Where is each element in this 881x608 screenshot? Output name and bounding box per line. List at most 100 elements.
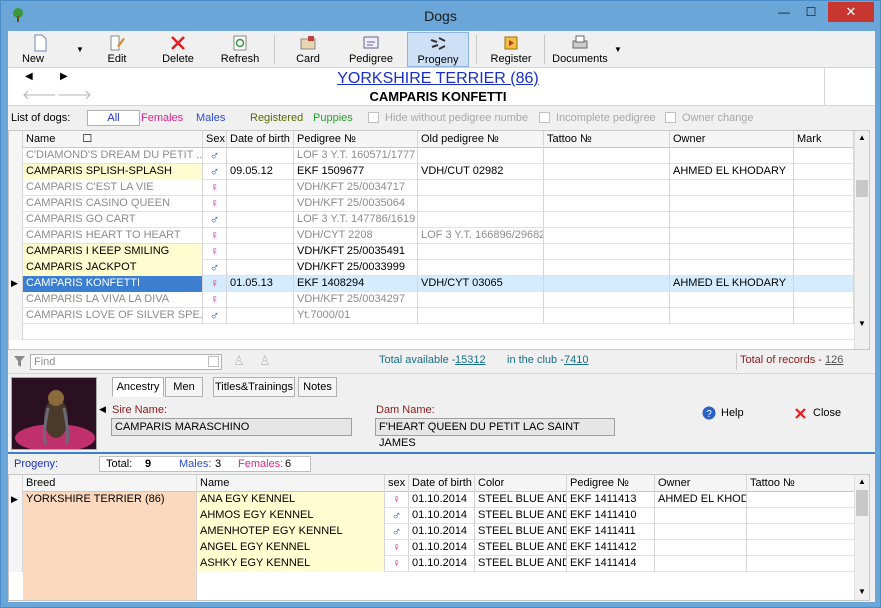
table-cell[interactable] <box>418 180 544 196</box>
find-next-icon[interactable]: ♙ <box>259 353 271 369</box>
table-row[interactable]: ▶ CAMPARIS KONFETTI ♀ 01.05.13 EKF 1408294 VD… <box>9 276 855 292</box>
find-checkbox[interactable] <box>208 356 219 367</box>
table-row[interactable]: CAMPARIS GO CART ♂ LOF 3 Y.T. 147786/1619 <box>9 212 855 228</box>
column-header-pedigree-[interactable]: Pedigree № <box>567 475 655 492</box>
column-header-tattoo-[interactable]: Tattoo № <box>544 131 670 148</box>
progeny-grid[interactable]: Breed Name sex Date of birth Color Pedigree №… <box>8 474 870 601</box>
table-cell[interactable] <box>544 292 670 308</box>
table-cell[interactable] <box>544 244 670 260</box>
find-input[interactable]: Find <box>30 354 222 370</box>
column-header-old-pedigree-[interactable]: Old pedigree № <box>418 131 544 148</box>
table-row[interactable]: CAMPARIS SPLISH-SPLASH ♂ 09.05.12 EKF 15096… <box>9 164 855 180</box>
help-icon[interactable]: ? <box>702 406 716 420</box>
table-row[interactable]: CAMPARIS I KEEP SMILING ♀ VDH/KFT 25/00354… <box>9 244 855 260</box>
table-cell[interactable] <box>747 524 855 540</box>
column-header-owner[interactable]: Owner <box>670 131 794 148</box>
column-header-owner[interactable]: Owner <box>655 475 747 492</box>
table-cell[interactable] <box>794 164 854 180</box>
column-header-date-of-birth[interactable]: Date of birth <box>409 475 475 492</box>
table-cell[interactable] <box>670 244 794 260</box>
table-cell[interactable]: STEEL BLUE AND <box>475 556 567 572</box>
table-cell[interactable] <box>544 260 670 276</box>
total-available-value[interactable]: 15312 <box>455 354 486 366</box>
maximize-button[interactable]: ☐ <box>798 2 824 22</box>
pedigree-button[interactable]: Pedigree <box>341 32 401 67</box>
table-cell[interactable]: EKF 1411414 <box>567 556 655 572</box>
documents-button[interactable]: Documents <box>548 32 612 67</box>
table-cell[interactable] <box>794 260 854 276</box>
table-cell[interactable] <box>670 308 794 324</box>
minimize-button[interactable]: — <box>771 2 797 22</box>
filter-males[interactable]: Males <box>196 112 225 124</box>
table-cell[interactable] <box>747 492 855 508</box>
table-cell[interactable]: CAMPARIS LOVE OF SILVER SPE... <box>23 308 203 324</box>
table-cell[interactable]: EKF 1411410 <box>567 508 655 524</box>
table-cell[interactable] <box>794 196 854 212</box>
table-row[interactable]: C'DIAMOND'S DREAM DU PETIT ... ♂ LOF 3 Y.T… <box>9 148 855 164</box>
table-cell[interactable]: EKF 1411412 <box>567 540 655 556</box>
table-cell[interactable] <box>670 228 794 244</box>
table-cell[interactable]: VDH/KFT 25/0033999 <box>294 260 418 276</box>
table-cell[interactable] <box>227 308 294 324</box>
table-cell[interactable]: STEEL BLUE AND <box>475 492 567 508</box>
table-cell[interactable] <box>227 148 294 164</box>
table-cell[interactable]: 01.05.13 <box>227 276 294 292</box>
incomplete-pedigree-checkbox[interactable] <box>539 112 550 123</box>
column-header-name[interactable]: Name ☐ <box>23 131 203 148</box>
table-cell[interactable]: EKF 1411411 <box>567 524 655 540</box>
column-header-mark[interactable]: Mark <box>794 131 854 148</box>
sire-field[interactable]: CAMPARIS MARASCHINO <box>111 418 352 436</box>
help-button[interactable]: Help <box>721 407 744 419</box>
progeny-button[interactable]: Progeny <box>407 32 469 67</box>
table-cell[interactable]: AHMED EL KHODARY <box>670 276 794 292</box>
collapse-photo-icon[interactable]: ◀ <box>99 404 106 415</box>
table-cell[interactable] <box>670 292 794 308</box>
table-cell[interactable]: 01.10.2014 <box>409 492 475 508</box>
table-cell[interactable] <box>794 148 854 164</box>
table-cell[interactable] <box>794 228 854 244</box>
dogs-vertical-scrollbar[interactable]: ▲ ▼ <box>854 131 869 349</box>
table-cell[interactable]: CAMPARIS C'EST LA VIE <box>23 180 203 196</box>
filter-icon[interactable] <box>13 355 26 368</box>
table-cell[interactable]: VDH/KFT 25/0034717 <box>294 180 418 196</box>
register-button[interactable]: Register <box>480 32 542 67</box>
table-cell[interactable]: EKF 1408294 <box>294 276 418 292</box>
table-cell[interactable] <box>794 212 854 228</box>
table-cell[interactable] <box>794 308 854 324</box>
scroll-thumb[interactable] <box>856 490 868 516</box>
table-cell[interactable] <box>794 244 854 260</box>
table-cell[interactable]: CAMPARIS JACKPOT <box>23 260 203 276</box>
table-cell[interactable] <box>747 540 855 556</box>
delete-button[interactable]: Delete <box>152 32 204 67</box>
scroll-down-icon[interactable]: ▼ <box>858 587 866 596</box>
table-cell[interactable] <box>418 260 544 276</box>
column-header-sex[interactable]: sex <box>385 475 409 492</box>
forward-icon[interactable]: 🡒 <box>57 87 92 103</box>
table-row[interactable]: CAMPARIS C'EST LA VIE ♀ VDH/KFT 25/0034717 <box>9 180 855 196</box>
table-row[interactable]: CAMPARIS LA VIVA LA DIVA ♀ VDH/KFT 25/0034… <box>9 292 855 308</box>
refresh-button[interactable]: Refresh <box>214 32 266 67</box>
table-cell[interactable]: CAMPARIS HEART TO HEART <box>23 228 203 244</box>
table-cell[interactable]: VDH/CUT 02982 <box>418 164 544 180</box>
table-cell[interactable] <box>747 556 855 572</box>
table-cell[interactable]: CAMPARIS GO CART <box>23 212 203 228</box>
column-header-breed[interactable]: Breed <box>23 475 197 492</box>
breed-title-link[interactable]: YORKSHIRE TERRIER (86) <box>198 70 678 88</box>
table-cell[interactable]: CAMPARIS KONFETTI <box>23 276 203 292</box>
tab-ancestry[interactable]: Ancestry <box>112 377 164 397</box>
column-chooser-icon[interactable]: ☐ <box>79 133 92 145</box>
scroll-up-icon[interactable]: ▲ <box>858 477 866 486</box>
table-cell[interactable]: LOF 3 Y.T. 147786/1619 <box>294 212 418 228</box>
column-header-date-of-birth[interactable]: Date of birth <box>227 131 294 148</box>
table-cell[interactable] <box>670 148 794 164</box>
scroll-up-icon[interactable]: ▲ <box>858 133 866 142</box>
close-x-icon[interactable] <box>794 407 807 420</box>
table-row[interactable]: CAMPARIS JACKPOT ♂ VDH/KFT 25/0033999 <box>9 260 855 276</box>
table-cell[interactable]: C'DIAMOND'S DREAM DU PETIT ... <box>23 148 203 164</box>
table-cell[interactable]: VDH/CYT 2208 <box>294 228 418 244</box>
table-cell[interactable]: 09.05.12 <box>227 164 294 180</box>
table-cell[interactable] <box>544 180 670 196</box>
table-cell[interactable]: CAMPARIS LA VIVA LA DIVA <box>23 292 203 308</box>
column-header-name[interactable]: Name <box>197 475 385 492</box>
table-cell[interactable]: EKF 1509677 <box>294 164 418 180</box>
